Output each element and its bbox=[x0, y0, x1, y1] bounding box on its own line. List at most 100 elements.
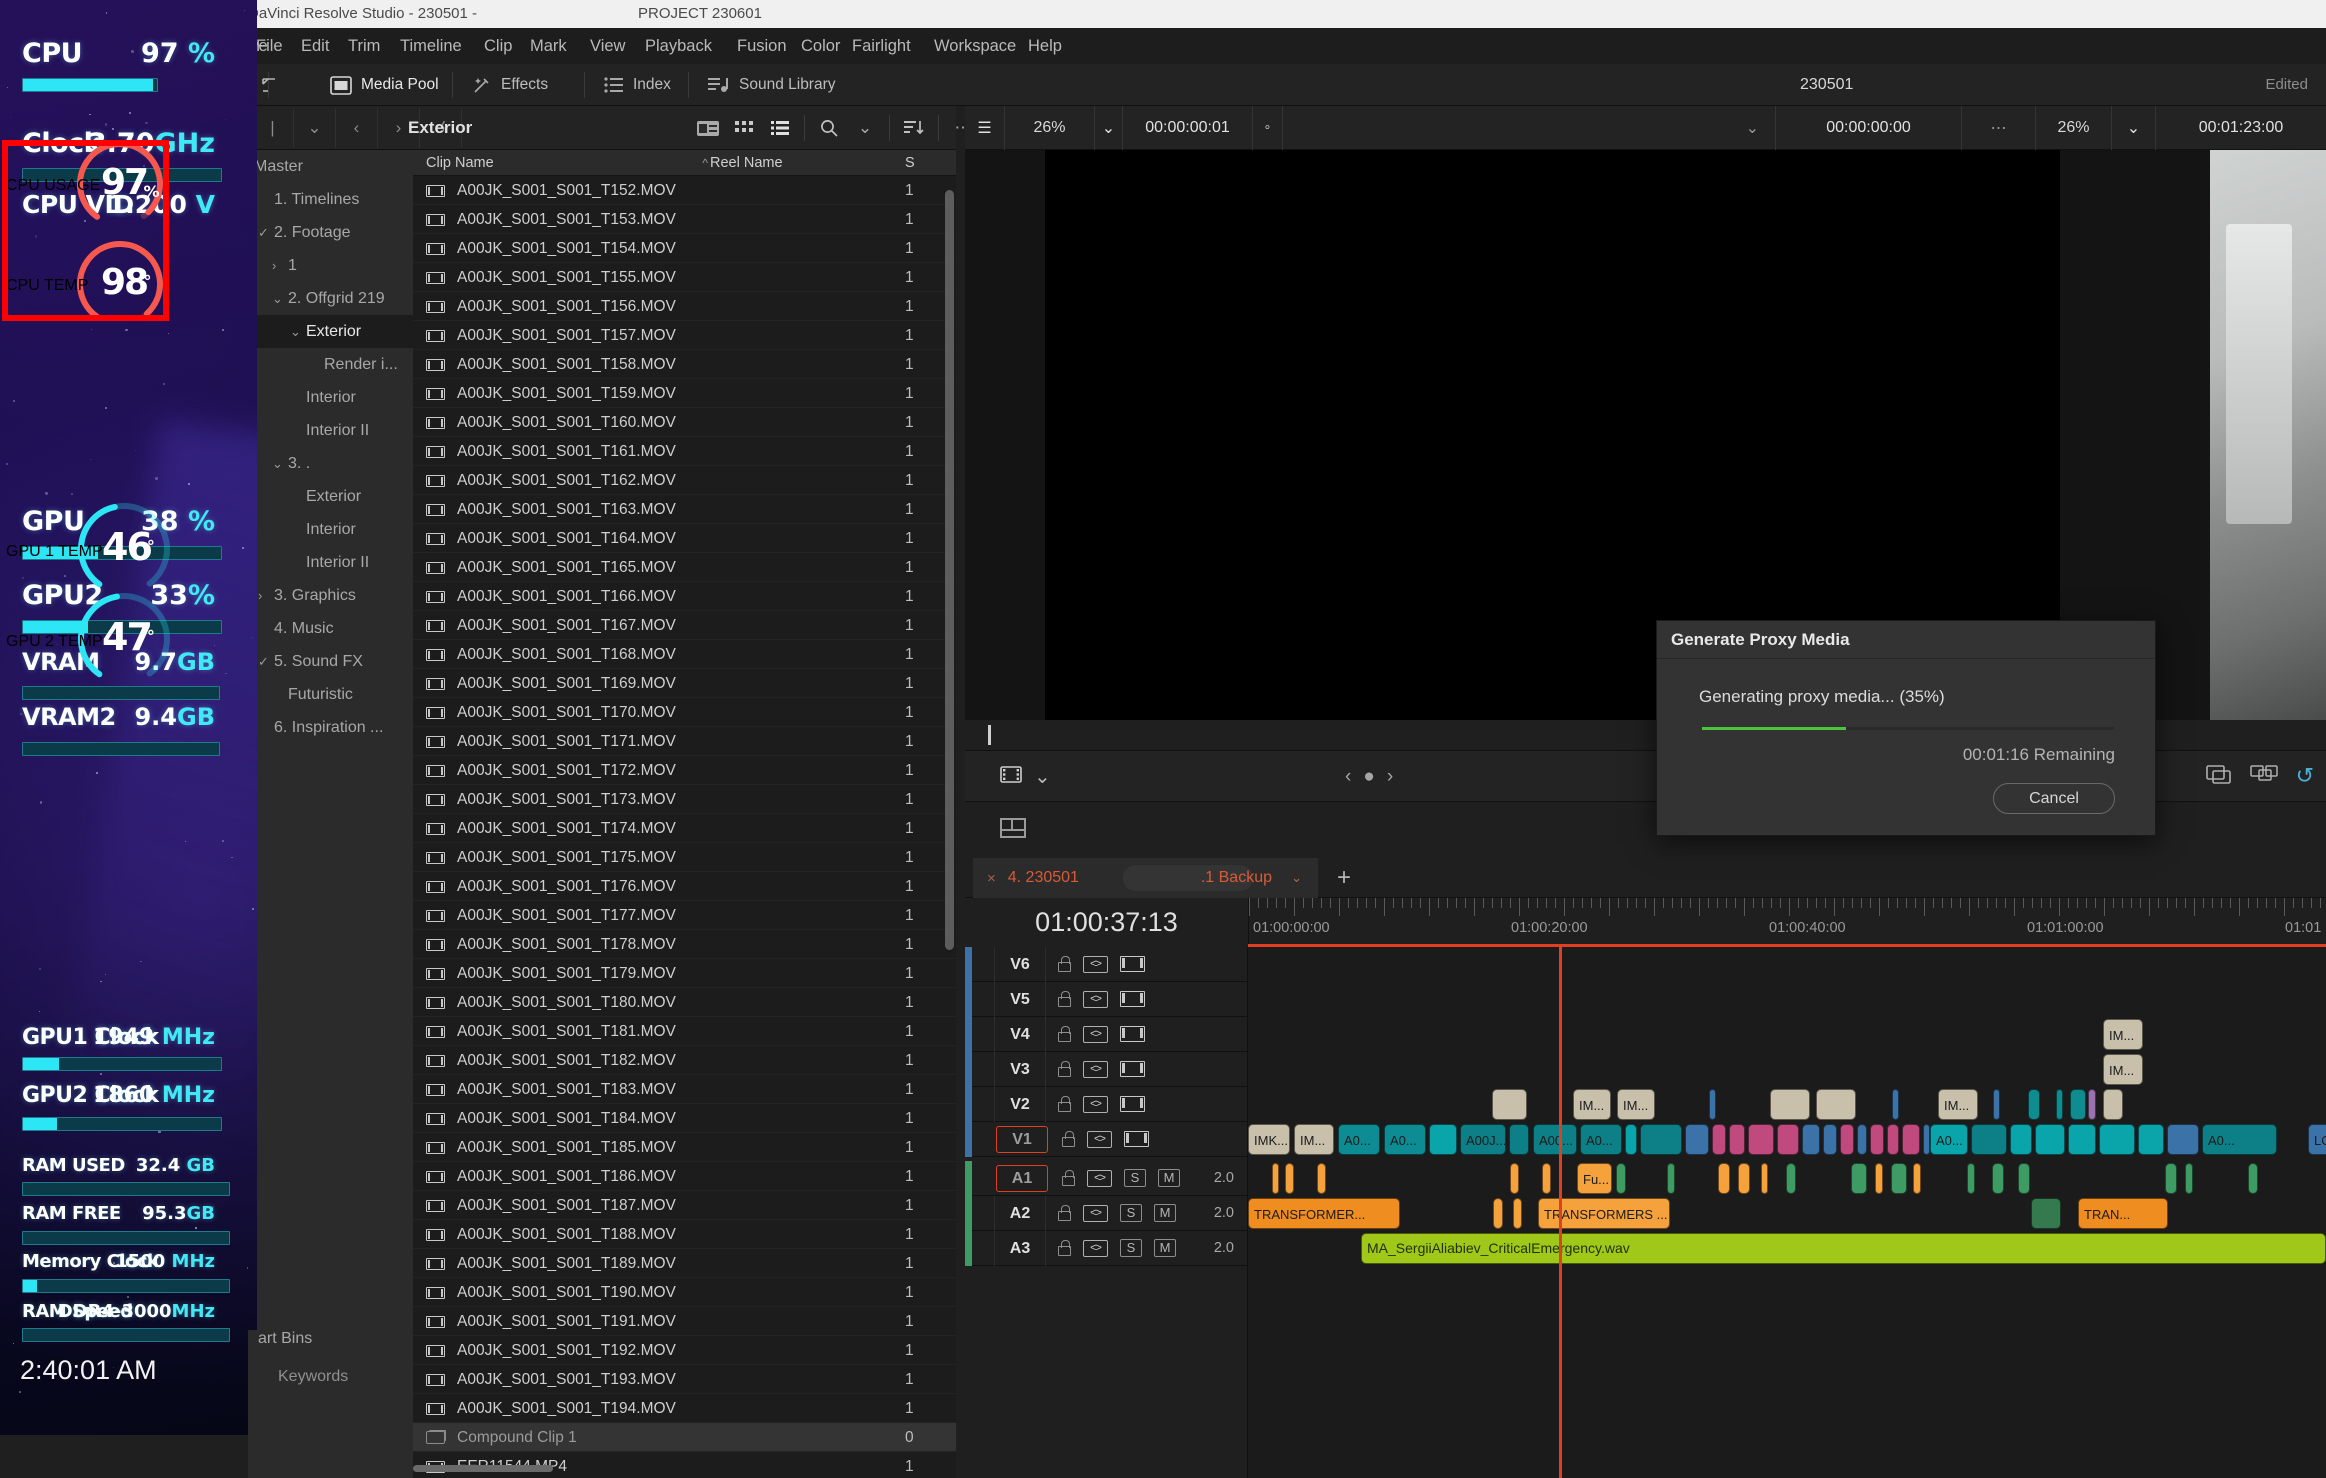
col-size[interactable]: S bbox=[905, 150, 915, 176]
track-name[interactable]: V4 bbox=[994, 1016, 1046, 1052]
chevron-down-icon[interactable]: ⌄ bbox=[272, 282, 283, 315]
clip-list-row[interactable]: A00JK_S001_S001_T178.MOV 1 bbox=[413, 930, 956, 959]
mute-button[interactable]: M bbox=[1158, 1169, 1180, 1187]
timeline-clip[interactable] bbox=[2185, 1163, 2193, 1194]
timeline-clip[interactable]: IMK... bbox=[1248, 1124, 1290, 1155]
clip-list-row[interactable]: A00JK_S001_S001_T152.MOV 1 bbox=[413, 176, 956, 205]
keyframe-dot-icon[interactable]: ● bbox=[1363, 766, 1374, 788]
track-name[interactable]: A1 bbox=[996, 1164, 1048, 1192]
timeline-clip[interactable] bbox=[2088, 1089, 2096, 1120]
auto-select-icon[interactable]: <> bbox=[1087, 1130, 1112, 1148]
timeline-clip[interactable] bbox=[1542, 1163, 1551, 1194]
clip-list-row[interactable]: A00JK_S001_S001_T170.MOV 1 bbox=[413, 698, 956, 727]
clip-list-row[interactable]: A00JK_S001_S001_T176.MOV 1 bbox=[413, 872, 956, 901]
timeline-clips-area[interactable]: IM... IM... IM... IM... IM... IMK... IM... A0..… bbox=[1248, 947, 2326, 1478]
chevron-down-icon[interactable]: ⌄ bbox=[294, 108, 336, 148]
track-header-a3[interactable]: A3 <> S M 2.0 bbox=[965, 1230, 1248, 1266]
menu-item-clip[interactable]: Clip bbox=[480, 28, 516, 64]
timeline-clip[interactable] bbox=[2018, 1163, 2030, 1194]
timeline-clip[interactable] bbox=[2167, 1124, 2199, 1155]
clip-list-row[interactable]: A00JK_S001_S001_T169.MOV 1 bbox=[413, 669, 956, 698]
timeline-clip[interactable] bbox=[2010, 1124, 2032, 1155]
timeline-clip[interactable] bbox=[1317, 1163, 1326, 1194]
track-header-v2[interactable]: V2 <> bbox=[965, 1086, 1248, 1122]
solo-button[interactable]: S bbox=[1120, 1204, 1142, 1222]
menu-item-fairlight[interactable]: Fairlight bbox=[848, 28, 915, 64]
clip-list-row[interactable]: A00JK_S001_S001_T182.MOV 1 bbox=[413, 1046, 956, 1075]
clip-list-row[interactable]: A00JK_S001_S001_T157.MOV 1 bbox=[413, 321, 956, 350]
track-header-a1[interactable]: A1 <> S M 2.0 bbox=[965, 1160, 1248, 1196]
media-pool-button[interactable]: Media Pool bbox=[320, 68, 449, 102]
bin-item[interactable]: 6. Inspiration ... bbox=[248, 711, 413, 744]
clip-list-row[interactable]: A00JK_S001_S001_T164.MOV 1 bbox=[413, 524, 956, 553]
clip-list-row[interactable]: A00JK_S001_S001_T168.MOV 1 bbox=[413, 640, 956, 669]
bin-item[interactable]: › 3. Graphics bbox=[248, 579, 413, 612]
timeline-clip[interactable]: IM... bbox=[2103, 1054, 2143, 1085]
index-button[interactable]: Index bbox=[594, 68, 681, 102]
timeline-clip[interactable]: A00J... bbox=[1460, 1124, 1506, 1155]
timeline-clip[interactable]: A0... bbox=[1338, 1124, 1380, 1155]
track-header-a2[interactable]: A2 <> S M 2.0 bbox=[965, 1195, 1248, 1231]
timeline-clip[interactable]: LO... bbox=[2308, 1124, 2326, 1155]
timeline-clip[interactable] bbox=[1709, 1089, 1716, 1120]
multi-view-icon[interactable] bbox=[2249, 763, 2278, 790]
nav-back-icon[interactable]: ‹ bbox=[336, 108, 378, 148]
timeline-clip[interactable] bbox=[2068, 1124, 2096, 1155]
timeline-clip[interactable] bbox=[1685, 1124, 1709, 1155]
timeline-clip[interactable]: IM... bbox=[1617, 1089, 1655, 1120]
timeline-clip[interactable] bbox=[1718, 1163, 1730, 1194]
clip-list-row[interactable]: A00JK_S001_S001_T192.MOV 1 bbox=[413, 1336, 956, 1365]
viewer-playhead[interactable] bbox=[988, 725, 991, 745]
clip-list-row[interactable]: A00JK_S001_S001_T160.MOV 1 bbox=[413, 408, 956, 437]
bin-list-toggle-icon[interactable]: | bbox=[252, 108, 294, 148]
timeline-clip[interactable] bbox=[1625, 1124, 1637, 1155]
timeline-clip[interactable] bbox=[1816, 1089, 1856, 1120]
col-clip-name[interactable]: Clip Name bbox=[426, 150, 494, 176]
timeline-clip[interactable] bbox=[1892, 1089, 1899, 1120]
timeline-clip[interactable] bbox=[2099, 1124, 2135, 1155]
track-name[interactable]: A3 bbox=[994, 1230, 1046, 1266]
next-keyframe-icon[interactable]: › bbox=[1387, 766, 1393, 788]
track-name[interactable]: V1 bbox=[996, 1125, 1048, 1153]
clip-list-row[interactable]: A00JK_S001_S001_T167.MOV 1 bbox=[413, 611, 956, 640]
clip-list-scrollbar-horizontal[interactable] bbox=[413, 1465, 553, 1472]
bin-item[interactable]: › 1 bbox=[248, 249, 413, 282]
timeline-duration[interactable]: 00:01:23:00 bbox=[2156, 106, 2326, 150]
timeline-clip[interactable] bbox=[1923, 1124, 1930, 1155]
chevron-right-icon[interactable]: › bbox=[272, 249, 276, 282]
mute-button[interactable]: M bbox=[1154, 1204, 1176, 1222]
video-enable-icon[interactable] bbox=[1120, 1061, 1145, 1077]
lock-icon[interactable] bbox=[1058, 955, 1071, 972]
clip-list-row[interactable]: Compound Clip 1 0 bbox=[413, 1423, 956, 1452]
menu-item-view[interactable]: View bbox=[586, 28, 629, 64]
timeline-clip[interactable] bbox=[1616, 1163, 1626, 1194]
timeline-clip[interactable] bbox=[1738, 1163, 1750, 1194]
auto-select-icon[interactable]: <> bbox=[1087, 1169, 1112, 1187]
clip-list-row[interactable]: A00JK_S001_S001_T158.MOV 1 bbox=[413, 350, 956, 379]
timeline-clip[interactable] bbox=[1823, 1124, 1837, 1155]
menu-item-color[interactable]: Color bbox=[797, 28, 844, 64]
clip-list-row[interactable]: A00JK_S001_S001_T174.MOV 1 bbox=[413, 814, 956, 843]
menu-item-timeline[interactable]: Timeline bbox=[396, 28, 466, 64]
dialog-cancel-button[interactable]: Cancel bbox=[1993, 783, 2115, 814]
timeline-clip[interactable]: A0... bbox=[1384, 1124, 1426, 1155]
clip-list-row[interactable]: A00JK_S001_S001_T191.MOV 1 bbox=[413, 1307, 956, 1336]
source-timecode[interactable]: 00:00:00:01 bbox=[1123, 105, 1253, 150]
timeline-horizontal-scrollbar[interactable] bbox=[1248, 1468, 2326, 1474]
lock-icon[interactable] bbox=[1058, 1204, 1071, 1221]
timeline-clip[interactable] bbox=[1272, 1163, 1279, 1194]
timeline-clip[interactable] bbox=[2138, 1124, 2164, 1155]
clip-list-row[interactable]: A00JK_S001_S001_T171.MOV 1 bbox=[413, 727, 956, 756]
video-enable-icon[interactable] bbox=[1120, 991, 1145, 1007]
clip-list-row[interactable]: A00JK_S001_S001_T173.MOV 1 bbox=[413, 785, 956, 814]
timeline-clip[interactable] bbox=[1902, 1124, 1920, 1155]
clip-list-row[interactable]: A00JK_S001_S001_T194.MOV 1 bbox=[413, 1394, 956, 1423]
track-header-v4[interactable]: V4 <> bbox=[965, 1016, 1248, 1052]
timeline-clip[interactable] bbox=[1875, 1163, 1883, 1194]
clip-list-row[interactable]: A00JK_S001_S001_T187.MOV 1 bbox=[413, 1191, 956, 1220]
timeline-clip[interactable] bbox=[1891, 1163, 1907, 1194]
timeline-clip[interactable] bbox=[1712, 1124, 1726, 1155]
clip-list-row[interactable]: A00JK_S001_S001_T177.MOV 1 bbox=[413, 901, 956, 930]
timeline-clip[interactable] bbox=[2035, 1124, 2065, 1155]
timeline-clip[interactable] bbox=[1887, 1124, 1899, 1155]
